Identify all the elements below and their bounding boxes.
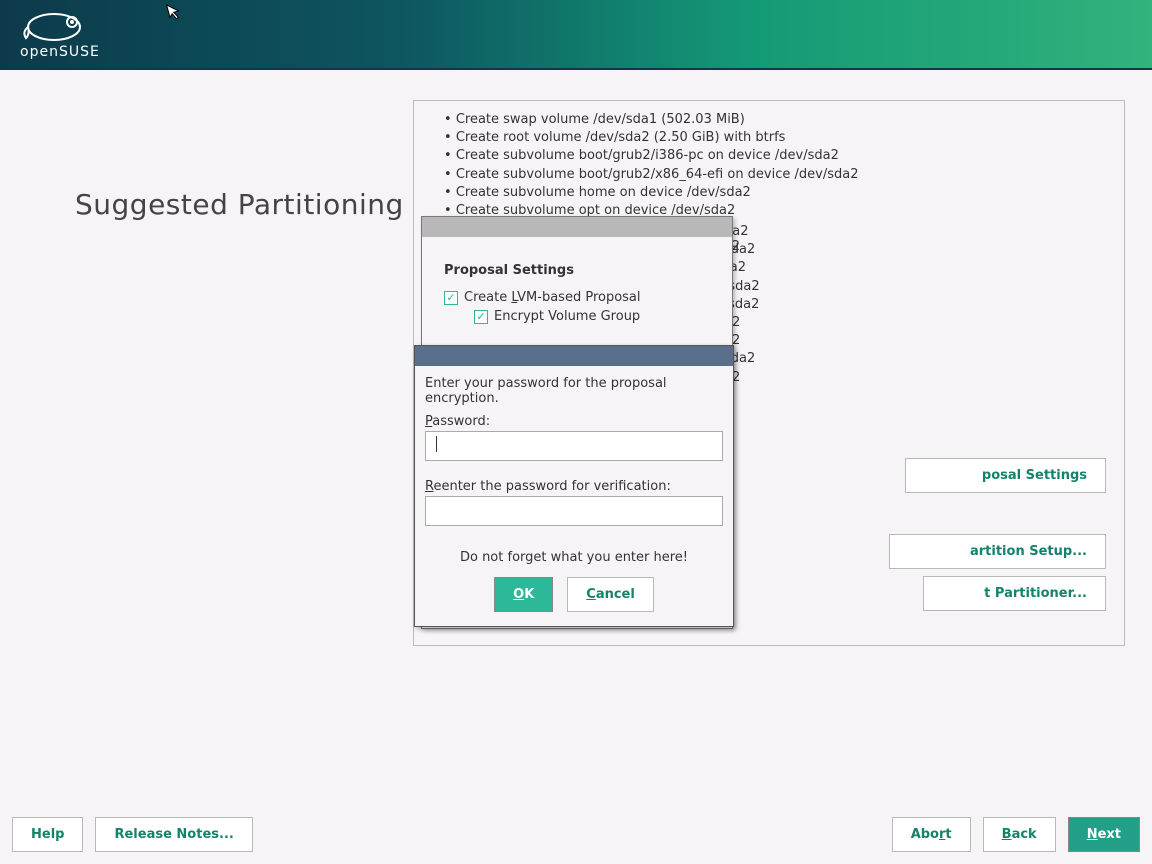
chameleon-icon <box>20 10 104 46</box>
dialog-titlebar[interactable] <box>415 346 733 366</box>
password-input[interactable] <box>425 431 723 461</box>
reenter-password-label: Reenter the password for verification: <box>425 479 723 494</box>
edit-proposal-button-wrap: Edit Proposal Settings <box>905 458 1106 493</box>
list-item: Create subvolume home on device /dev/sda… <box>444 184 1098 202</box>
dialog-titlebar[interactable] <box>422 217 732 237</box>
page-title: Suggested Partitioning <box>75 188 404 221</box>
list-item: Create subvolume boot/grub2/x86_64-efi o… <box>444 166 1098 184</box>
back-button[interactable]: Back <box>983 817 1056 852</box>
expert-partitioner-button-wrap: Expert Partitioner... <box>923 576 1106 611</box>
encrypt-label: Encrypt Volume Group <box>494 309 640 324</box>
password-label: Password: <box>425 414 723 429</box>
opensuse-logo: openSUSE <box>20 10 104 60</box>
checkbox-checked-icon[interactable]: ✓ <box>474 310 488 324</box>
password-ok-button[interactable]: OK <box>494 577 553 612</box>
checkbox-checked-icon[interactable]: ✓ <box>444 291 458 305</box>
lvm-proposal-checkbox-row[interactable]: ✓ Create LVM-based Proposal <box>444 290 710 305</box>
reenter-password-input[interactable] <box>425 496 723 526</box>
brand-text: openSUSE <box>20 44 104 60</box>
edit-proposal-settings-button[interactable]: Edit Proposal Settings <box>905 458 1106 493</box>
encrypt-volume-group-checkbox-row[interactable]: ✓ Encrypt Volume Group <box>474 309 710 324</box>
next-button[interactable]: Next <box>1068 817 1140 852</box>
release-notes-button[interactable]: Release Notes... <box>95 817 252 852</box>
password-warning: Do not forget what you enter here! <box>425 550 723 565</box>
footer-bar: Help Release Notes... Abort Back Next <box>12 817 1140 852</box>
password-instruction: Enter your password for the proposal enc… <box>425 376 723 406</box>
list-item: Create swap volume /dev/sda1 (502.03 MiB… <box>444 111 1098 129</box>
abort-button[interactable]: Abort <box>892 817 971 852</box>
list-item: Create subvolume boot/grub2/i386-pc on d… <box>444 147 1098 165</box>
expert-partitioner-button[interactable]: Expert Partitioner... <box>923 576 1106 611</box>
encryption-password-dialog: Enter your password for the proposal enc… <box>414 345 734 627</box>
help-button[interactable]: Help <box>12 817 83 852</box>
list-item: Create root volume /dev/sda2 (2.50 GiB) … <box>444 129 1098 147</box>
create-partition-setup-button-wrap: Create Partition Setup... <box>889 534 1106 569</box>
create-partition-setup-button[interactable]: Create Partition Setup... <box>889 534 1106 569</box>
password-cancel-button[interactable]: Cancel <box>567 577 654 612</box>
top-banner: openSUSE <box>0 0 1152 70</box>
proposal-settings-heading: Proposal Settings <box>444 263 710 278</box>
